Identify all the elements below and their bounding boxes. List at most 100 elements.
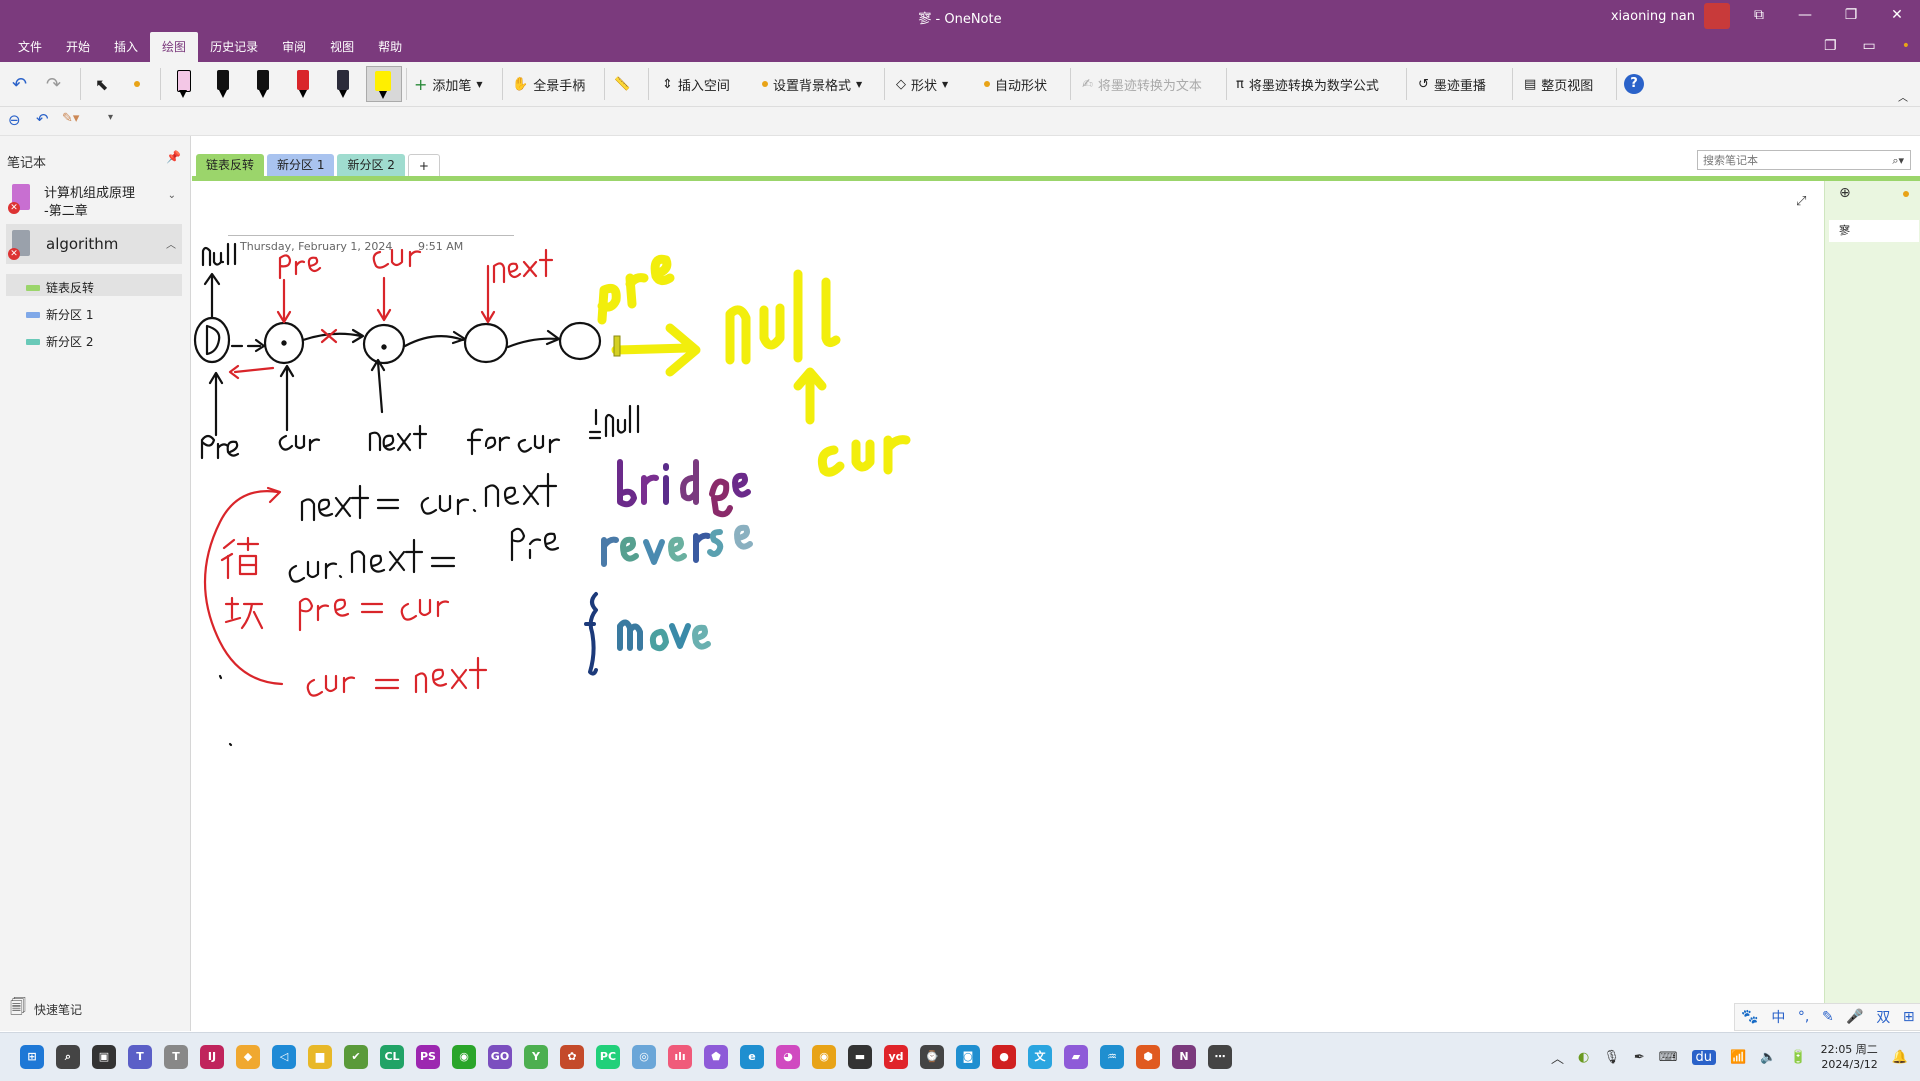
battery-icon[interactable]: 🔋: [1790, 1050, 1806, 1065]
pen-dark-icon[interactable]: [332, 66, 354, 102]
menu-tab[interactable]: 插入: [102, 32, 150, 62]
customize-qa-icon[interactable]: ▾: [108, 112, 113, 123]
avatar[interactable]: [1704, 3, 1730, 29]
pen-black-icon[interactable]: [252, 66, 274, 102]
taskbar-app-icon[interactable]: yd: [884, 1045, 908, 1069]
tab-new-section-2[interactable]: 新分区 2: [337, 154, 405, 176]
menu-tab[interactable]: 绘图: [150, 32, 199, 62]
ime-button[interactable]: °,: [1798, 1009, 1809, 1025]
comments-icon[interactable]: ▭: [1863, 38, 1876, 54]
ime-button[interactable]: ✎: [1822, 1009, 1834, 1025]
help-button[interactable]: ?: [1624, 72, 1644, 96]
tab-linked-list-reverse[interactable]: 链表反转: [196, 154, 265, 176]
back-icon[interactable]: ⊖: [8, 111, 21, 129]
restore-button[interactable]: ❐: [1828, 0, 1874, 32]
ime-button[interactable]: 🎤: [1846, 1009, 1863, 1025]
ime-button[interactable]: 双: [1876, 1007, 1890, 1027]
tray-app-icon[interactable]: ◐: [1578, 1050, 1589, 1065]
taskbar-app-icon[interactable]: ◉: [812, 1045, 836, 1069]
menu-tab[interactable]: 历史记录: [198, 32, 270, 62]
section-item-new-2[interactable]: 新分区 2: [26, 333, 93, 350]
page-item[interactable]: 寥: [1829, 220, 1919, 242]
taskbar-app-icon[interactable]: ▆: [308, 1045, 332, 1069]
pin-icon[interactable]: 📌: [166, 150, 181, 164]
section-item-linked-list[interactable]: 链表反转: [26, 279, 94, 296]
auto-shapes-button[interactable]: 自动形状: [984, 72, 1047, 96]
pen-black-eraser-icon[interactable]: [212, 66, 234, 102]
ime-mode-icon[interactable]: ⌨: [1659, 1050, 1678, 1065]
insert-space-button[interactable]: ⇕ 插入空间: [662, 72, 730, 96]
pen-tray-icon[interactable]: ✒: [1634, 1050, 1645, 1065]
user-name[interactable]: xiaoning nan: [1611, 9, 1695, 24]
taskbar-app-icon[interactable]: ⌚: [920, 1045, 944, 1069]
taskbar-app-icon[interactable]: e: [740, 1045, 764, 1069]
taskbar-app-icon[interactable]: T: [128, 1045, 152, 1069]
taskbar-app-icon[interactable]: ⌕: [56, 1045, 80, 1069]
taskbar-app-icon[interactable]: ◎: [632, 1045, 656, 1069]
notifications-icon[interactable]: 🔔: [1892, 1050, 1908, 1065]
notebook-item-algorithm[interactable]: ✕ algorithm ︿: [6, 224, 182, 264]
tab-new-section-1[interactable]: 新分区 1: [267, 154, 335, 176]
chevron-down-icon[interactable]: ⌄: [168, 190, 176, 201]
chevron-up-icon[interactable]: ︿: [166, 236, 176, 251]
taskbar-app-icon[interactable]: ✿: [560, 1045, 584, 1069]
baidu-icon[interactable]: du: [1691, 1049, 1717, 1065]
minimize-button[interactable]: —: [1782, 0, 1828, 32]
collapse-ribbon-icon[interactable]: ︿: [1898, 84, 1908, 108]
quick-notes-button[interactable]: 🗐 快速笔记: [10, 996, 82, 1023]
undo-icon[interactable]: ↶: [12, 72, 27, 96]
lasso-tool-icon[interactable]: [134, 72, 140, 96]
taskbar-app-icon[interactable]: ılı: [668, 1045, 692, 1069]
taskbar-app-icon[interactable]: ⬟: [704, 1045, 728, 1069]
taskbar-app-icon[interactable]: ◆: [236, 1045, 260, 1069]
sticky-notes-icon[interactable]: ❐: [1824, 38, 1837, 54]
taskbar-app-icon[interactable]: ⊞: [20, 1045, 44, 1069]
menu-tab[interactable]: 审阅: [270, 32, 318, 62]
taskbar-app-icon[interactable]: ●: [992, 1045, 1016, 1069]
notebook-item-computer-org[interactable]: ✕ 计算机组成原理 -第二章 ⌄: [6, 178, 182, 220]
menu-tab[interactable]: 帮助: [366, 32, 414, 62]
taskbar-app-icon[interactable]: T: [164, 1045, 188, 1069]
taskbar-app-icon[interactable]: PC: [596, 1045, 620, 1069]
menu-tab[interactable]: 文件: [6, 32, 54, 62]
add-page-button[interactable]: ⊕: [1839, 185, 1851, 201]
mic-icon[interactable]: 🎙: [1603, 1050, 1620, 1065]
ink-to-text-button[interactable]: ✍ 将墨迹转换为文本: [1082, 72, 1202, 96]
page-canvas[interactable]: [191, 181, 1823, 1031]
ime-button[interactable]: ⊞: [1903, 1009, 1915, 1025]
pen-pink-icon[interactable]: [172, 66, 194, 102]
expand-icon[interactable]: ⤢: [1796, 194, 1806, 209]
taskbar-app-icon[interactable]: ◕: [776, 1045, 800, 1069]
taskbar-app-icon[interactable]: Y: [524, 1045, 548, 1069]
redo-icon[interactable]: ↷: [46, 72, 61, 96]
ink-replay-button[interactable]: ↺ 墨迹重播: [1418, 72, 1486, 96]
add-pen-button[interactable]: + 添加笔 ▼: [414, 72, 483, 96]
undo-qa-icon[interactable]: ↶: [36, 110, 49, 128]
taskbar-app-icon[interactable]: IJ: [200, 1045, 224, 1069]
draw-qa-icon[interactable]: ✎▾: [62, 111, 79, 126]
taskbar-app-icon[interactable]: ◙: [956, 1045, 980, 1069]
taskbar-app-icon[interactable]: ▰: [1064, 1045, 1088, 1069]
section-item-new-1[interactable]: 新分区 1: [26, 306, 93, 323]
bg-format-button[interactable]: 设置背景格式 ▼: [762, 72, 862, 96]
tray-chevron-icon[interactable]: ︿: [1551, 1048, 1564, 1067]
taskbar-app-icon[interactable]: ♒: [1100, 1045, 1124, 1069]
taskbar-app-icon[interactable]: GO: [488, 1045, 512, 1069]
ime-button[interactable]: 中: [1771, 1007, 1785, 1027]
full-hand-button[interactable]: ✋ 全景手柄: [512, 72, 585, 96]
shapes-button[interactable]: ◇ 形状 ▼: [896, 72, 948, 96]
taskbar-app-icon[interactable]: ◁: [272, 1045, 296, 1069]
ime-button[interactable]: 🐾: [1741, 1009, 1758, 1025]
select-tool-icon[interactable]: ⬉: [95, 72, 108, 96]
volume-icon[interactable]: 🔈: [1760, 1050, 1776, 1065]
menu-tab[interactable]: 开始: [54, 32, 102, 62]
wifi-icon[interactable]: 📶: [1730, 1050, 1746, 1065]
search-notebooks-input[interactable]: 搜索笔记本 ⌕▾: [1697, 150, 1911, 170]
pen-red-icon[interactable]: [292, 66, 314, 102]
taskbar-app-icon[interactable]: ✔: [344, 1045, 368, 1069]
ink-to-math-button[interactable]: π 将墨迹转换为数学公式: [1236, 72, 1379, 96]
taskbar-app-icon[interactable]: CL: [380, 1045, 404, 1069]
taskbar-app-icon[interactable]: ⋯: [1208, 1045, 1232, 1069]
taskbar-app-icon[interactable]: ▣: [92, 1045, 116, 1069]
page-view-button[interactable]: ▤ 整页视图: [1524, 72, 1593, 96]
